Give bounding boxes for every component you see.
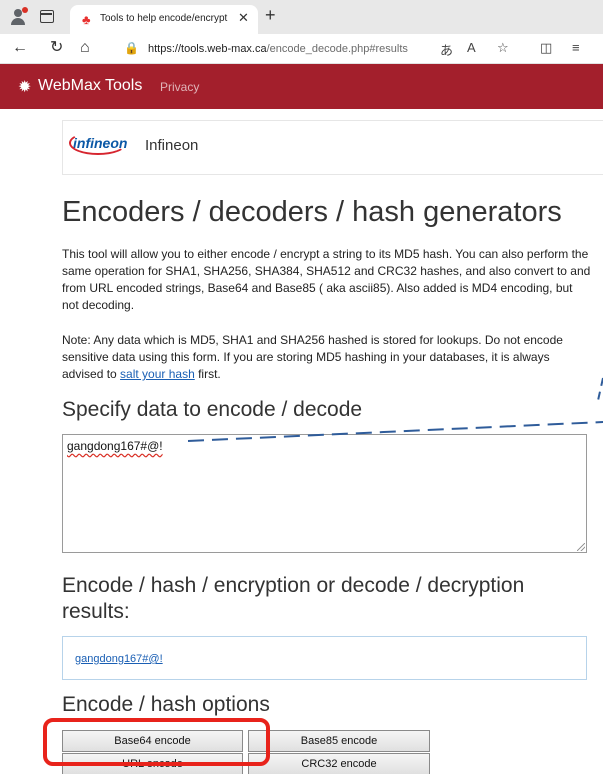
base64-encode-button[interactable]: Base64 encode [62,730,243,752]
url-text: https://tools.web-max.ca/encode_decode.p… [148,43,408,55]
page-title: Encoders / decoders / hash generators [62,196,562,228]
url-encode-button[interactable]: URL encode [62,753,243,774]
result-box: gangdong167#@! [62,636,587,680]
back-icon[interactable]: ← [12,39,28,57]
note-paragraph: Note: Any data which is MD5, SHA1 and SH… [62,333,563,381]
input-text: gangdong167#@! [67,439,163,453]
results-heading: Encode / hash / encryption or decode / d… [62,574,525,623]
sponsor-banner[interactable]: infineon Infineon [62,120,603,175]
resize-handle-icon[interactable] [577,543,585,551]
base85-encode-button[interactable]: Base85 encode [248,730,430,752]
intro-paragraph: This tool will allow you to either encod… [62,247,591,312]
collections-icon[interactable]: ≡ [572,40,580,55]
reload-icon[interactable]: ↻ [50,39,63,57]
site-header: ✹ WebMax Tools Privacy [0,64,603,109]
address-bar-row: ← ↻ ⌂ 🔒 https://tools.web-max.ca/encode_… [0,34,603,64]
input-heading: Specify data to encode / decode [62,398,363,421]
close-tab-icon[interactable]: ✕ [238,10,249,26]
read-aloud-icon[interactable]: A [467,40,476,55]
profile-icon[interactable] [10,7,28,25]
translate-icon[interactable]: あ [440,40,453,59]
home-icon[interactable]: ⌂ [80,39,90,57]
sponsor-name: Infineon [145,137,199,154]
salt-your-hash-link[interactable]: salt your hash [120,367,195,381]
lock-icon[interactable]: 🔒 [124,41,139,55]
result-link[interactable]: gangdong167#@! [75,653,163,665]
nav-privacy-link[interactable]: Privacy [160,80,199,94]
data-input-textarea[interactable]: gangdong167#@! [62,434,587,553]
new-tab-button[interactable]: + [265,5,276,26]
maple-leaf-logo-icon[interactable]: ✹ [18,77,31,97]
tab-title: Tools to help encode/encrypt or [100,13,228,24]
crc32-encode-button[interactable]: CRC32 encode [248,753,430,774]
favorite-icon[interactable]: ☆ [497,40,509,56]
split-screen-icon[interactable]: ◫ [540,40,552,56]
site-brand[interactable]: WebMax Tools [38,77,142,95]
options-heading: Encode / hash options [62,693,270,716]
tab-actions-icon[interactable] [40,10,54,23]
browser-tab[interactable]: ♣ Tools to help encode/encrypt or ✕ [70,5,258,34]
maple-leaf-icon: ♣ [82,12,91,27]
infineon-logo: infineon [69,131,127,155]
browser-tab-bar: ♣ Tools to help encode/encrypt or ✕ + [0,0,603,34]
